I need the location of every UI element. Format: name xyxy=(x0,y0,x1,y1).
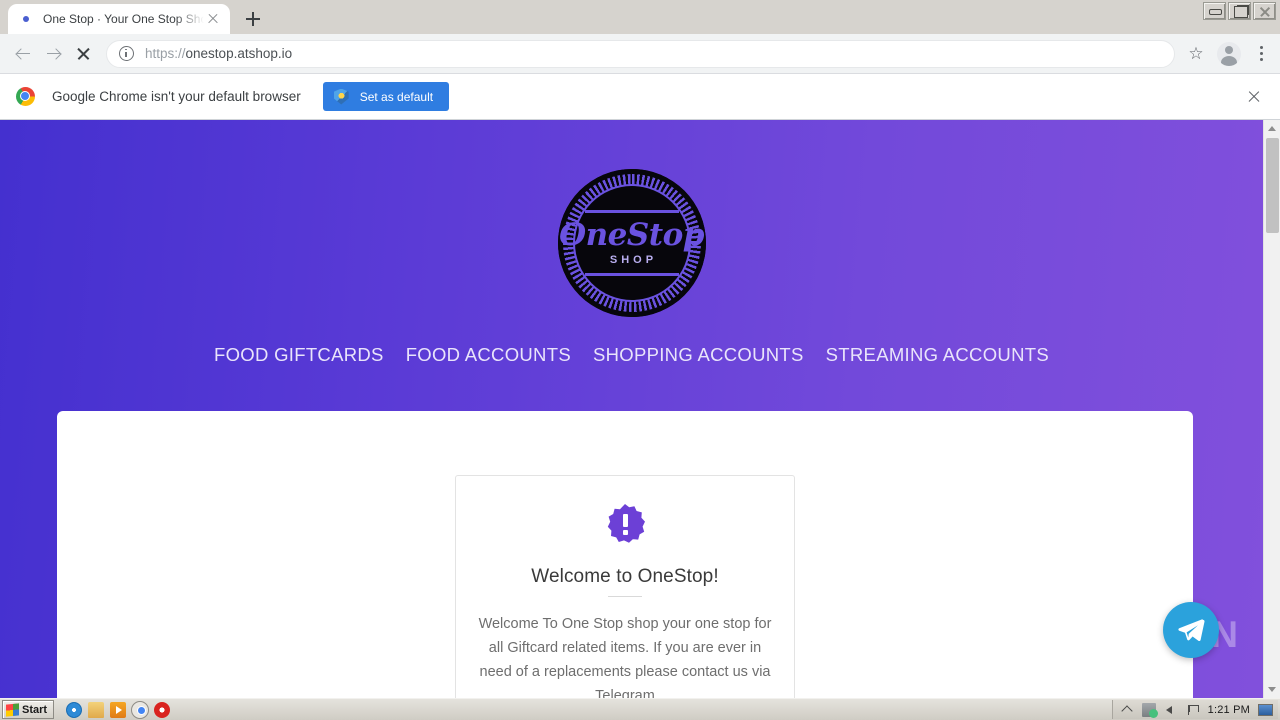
heading-divider xyxy=(608,596,642,597)
page-viewport: OneStop SHOP FOOD GIFTCARDS FOOD ACCOUNT… xyxy=(0,120,1280,698)
folder-icon[interactable] xyxy=(88,701,105,718)
nav-item-shopping-accounts[interactable]: SHOPPING ACCOUNTS xyxy=(593,344,804,366)
scrollbar-down-arrow[interactable] xyxy=(1264,681,1280,698)
tab-title: One Stop · Your One Stop Shop For xyxy=(43,12,204,26)
logo-inner: OneStop SHOP xyxy=(559,210,704,276)
system-tray: 1:21 PM xyxy=(1111,700,1278,719)
site-logo[interactable]: OneStop SHOP xyxy=(0,120,1263,317)
start-label: Start xyxy=(22,703,48,716)
site-info-icon[interactable] xyxy=(119,46,134,61)
restore-button[interactable] xyxy=(1228,2,1251,20)
logo-wordmark: OneStop xyxy=(559,217,704,253)
default-browser-infobar: Google Chrome isn't your default browser… xyxy=(0,74,1280,120)
url-host: onestop.atshop.io xyxy=(185,46,293,61)
taskbar-clock[interactable]: 1:21 PM xyxy=(1208,704,1250,716)
tab-close-icon[interactable] xyxy=(204,10,222,28)
browser-tab-strip: One Stop · Your One Stop Shop For xyxy=(0,0,1280,34)
bookmark-star-icon[interactable]: ☆ xyxy=(1181,39,1211,69)
windows-media-player-icon[interactable] xyxy=(110,701,127,718)
close-window-button[interactable] xyxy=(1253,2,1276,20)
scrollbar-up-arrow[interactable] xyxy=(1264,120,1280,137)
forward-button[interactable] xyxy=(38,39,68,69)
logo-bar-top xyxy=(584,210,679,213)
telegram-icon xyxy=(1178,619,1205,641)
browser-tab[interactable]: One Stop · Your One Stop Shop For xyxy=(8,4,230,34)
forward-arrow-icon xyxy=(46,46,61,61)
start-button[interactable]: Start xyxy=(2,700,55,719)
page-scrollbar[interactable] xyxy=(1263,120,1280,698)
chrome-logo-icon xyxy=(16,87,35,106)
infobar-close-icon[interactable] xyxy=(1242,85,1266,109)
stop-loading-icon xyxy=(76,46,91,61)
welcome-card: Welcome to OneStop! Welcome To One Stop … xyxy=(455,475,795,698)
show-hidden-icons-icon[interactable] xyxy=(1120,703,1134,717)
network-icon[interactable] xyxy=(1141,702,1158,718)
site-navigation: FOOD GIFTCARDS FOOD ACCOUNTS SHOPPING AC… xyxy=(0,344,1263,366)
volume-icon[interactable] xyxy=(1164,703,1178,717)
telegram-contact-button[interactable] xyxy=(1163,602,1219,658)
content-panel: Welcome to OneStop! Welcome To One Stop … xyxy=(57,411,1193,698)
nav-item-streaming-accounts[interactable]: STREAMING ACCOUNTS xyxy=(826,344,1049,366)
onestop-logo-badge: OneStop SHOP xyxy=(557,169,706,317)
show-desktop-icon[interactable] xyxy=(1258,703,1273,716)
set-as-default-label: Set as default xyxy=(359,89,434,104)
windows-taskbar: Start 1:21 PM xyxy=(0,698,1280,720)
minimize-button[interactable] xyxy=(1203,2,1226,20)
url-scheme: https:// xyxy=(145,46,186,61)
chrome-icon[interactable] xyxy=(131,700,150,719)
welcome-heading: Welcome to OneStop! xyxy=(531,566,719,587)
language-flag-icon[interactable] xyxy=(1186,703,1200,717)
scrollbar-thumb[interactable] xyxy=(1266,138,1279,233)
kebab-menu-icon[interactable] xyxy=(1250,39,1272,69)
browser-toolbar: https://onestop.atshop.io ☆ xyxy=(0,34,1280,74)
tab-favicon-icon xyxy=(18,11,34,27)
quick-launch-bar xyxy=(66,700,171,719)
new-tab-button[interactable] xyxy=(239,5,267,33)
back-button[interactable] xyxy=(8,39,38,69)
profile-avatar-icon[interactable] xyxy=(1217,41,1241,66)
url-text: https://onestop.atshop.io xyxy=(145,46,292,61)
shield-icon xyxy=(333,88,349,105)
logo-subtext: SHOP xyxy=(609,254,658,266)
page-content: OneStop SHOP FOOD GIFTCARDS FOOD ACCOUNT… xyxy=(0,120,1263,698)
address-bar[interactable]: https://onestop.atshop.io xyxy=(106,39,1175,68)
logo-bar-bottom xyxy=(584,273,679,276)
opera-icon[interactable] xyxy=(154,701,171,718)
windows-flag-icon xyxy=(6,702,19,717)
stop-loading-button[interactable] xyxy=(68,39,98,69)
internet-explorer-icon[interactable] xyxy=(66,701,83,718)
back-arrow-icon xyxy=(16,46,31,61)
welcome-body: Welcome To One Stop shop your one stop f… xyxy=(478,616,772,698)
set-as-default-button[interactable]: Set as default xyxy=(322,82,450,111)
infobar-message: Google Chrome isn't your default browser xyxy=(52,89,301,104)
nav-item-food-giftcards[interactable]: FOOD GIFTCARDS xyxy=(214,344,384,366)
exclamation-badge-icon xyxy=(607,504,645,543)
window-controls xyxy=(1203,2,1276,20)
nav-item-food-accounts[interactable]: FOOD ACCOUNTS xyxy=(406,344,571,366)
